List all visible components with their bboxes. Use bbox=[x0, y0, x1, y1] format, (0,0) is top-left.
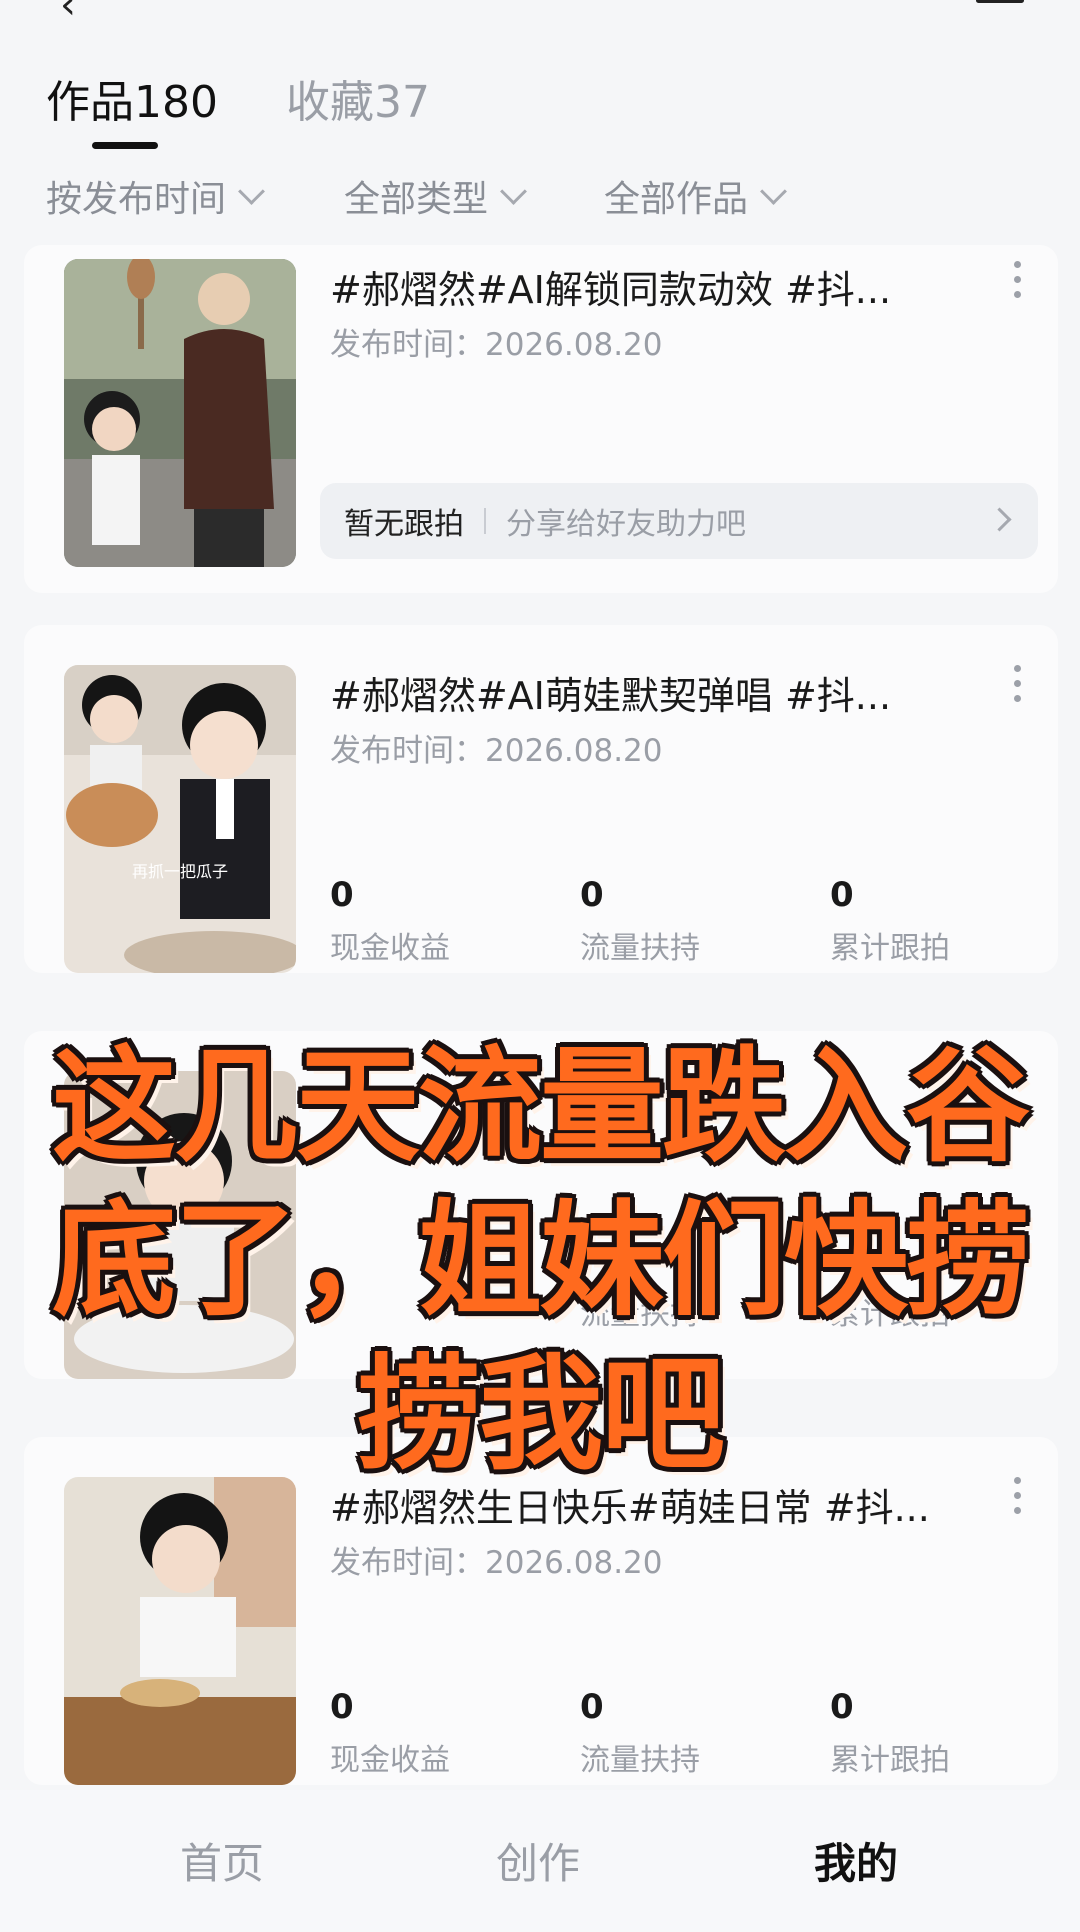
stats-row: 流量扶持 累计跟拍 bbox=[330, 1281, 1050, 1371]
stat-label: 流量扶持 bbox=[580, 931, 700, 966]
chevron-down-icon bbox=[238, 177, 265, 205]
work-title: #郝熠然生日快乐#萌娃日常 #抖... bbox=[330, 1486, 930, 1530]
follow-status: 暂无跟拍 bbox=[344, 507, 464, 542]
stat-label: 现金收益 bbox=[330, 931, 450, 966]
stat-traffic: 0 流量扶持 bbox=[580, 875, 700, 967]
more-options-icon[interactable] bbox=[1014, 261, 1022, 306]
stat-value: 0 bbox=[830, 1687, 854, 1727]
stat-follows: 累计跟拍 bbox=[830, 1281, 950, 1333]
stats-row: 0 现金收益 0 流量扶持 0 累计跟拍 bbox=[330, 1687, 1050, 1779]
content-tabs: 作品180 收藏37 bbox=[0, 60, 1080, 150]
top-bar: ‹ bbox=[0, 0, 1080, 30]
stat-traffic: 流量扶持 bbox=[580, 1281, 700, 1333]
nav-create[interactable]: 创作 bbox=[496, 1830, 580, 1891]
stat-label: 现金收益 bbox=[330, 1743, 450, 1778]
filter-label: 全部类型 bbox=[344, 179, 489, 220]
stat-label: 流量扶持 bbox=[580, 1743, 700, 1778]
tab-works[interactable]: 作品180 bbox=[46, 66, 218, 130]
follow-shoot-bar[interactable]: 暂无跟拍 分享给好友助力吧 bbox=[320, 483, 1038, 559]
stat-label: 累计跟拍 bbox=[830, 1297, 950, 1332]
chevron-down-icon bbox=[500, 177, 527, 205]
work-card[interactable]: #郝熠然生日快乐#萌娃日常 #抖... 发布时间：2026.08.20 0 现金… bbox=[24, 1437, 1058, 1785]
divider bbox=[484, 508, 486, 534]
bottom-nav: 首页 创作 我的 bbox=[0, 1790, 1080, 1932]
stat-traffic: 0 流量扶持 bbox=[580, 1687, 700, 1779]
stat-cash: 0 现金收益 bbox=[330, 875, 450, 967]
stat-label: 累计跟拍 bbox=[830, 1743, 950, 1778]
back-arrow-icon[interactable]: ‹ bbox=[60, 0, 76, 28]
stat-value: 0 bbox=[330, 1687, 354, 1727]
thumbnail-caption: 再抓一把瓜子 bbox=[132, 862, 228, 881]
stat-cash: 0 现金收益 bbox=[330, 1687, 450, 1779]
work-card[interactable]: 流量扶持 累计跟拍 bbox=[24, 1031, 1058, 1379]
nav-home[interactable]: 首页 bbox=[180, 1830, 264, 1891]
filter-type[interactable]: 全部类型 bbox=[344, 170, 527, 222]
filter-sort-time[interactable]: 按发布时间 bbox=[46, 170, 265, 222]
publish-date: 发布时间：2026.08.20 bbox=[330, 1545, 663, 1581]
share-hint: 分享给好友助力吧 bbox=[506, 507, 746, 542]
stat-value: 0 bbox=[580, 875, 604, 915]
more-options-icon[interactable] bbox=[1014, 665, 1022, 710]
video-thumbnail[interactable] bbox=[64, 1477, 296, 1785]
nav-mine[interactable]: 我的 bbox=[814, 1830, 898, 1891]
stats-row: 0 现金收益 0 流量扶持 0 累计跟拍 bbox=[330, 875, 1050, 967]
menu-icon[interactable] bbox=[976, 0, 1024, 10]
more-options-icon[interactable] bbox=[1014, 1477, 1022, 1522]
chevron-down-icon bbox=[760, 177, 787, 205]
work-title: #郝熠然#AI解锁同款动效 #抖... bbox=[330, 268, 892, 312]
filter-label: 全部作品 bbox=[604, 179, 749, 220]
stat-value: 0 bbox=[330, 875, 354, 915]
publish-date: 发布时间：2026.08.20 bbox=[330, 327, 663, 363]
work-title: #郝熠然#AI萌娃默契弹唱 #抖... bbox=[330, 674, 892, 718]
stat-label: 累计跟拍 bbox=[830, 931, 950, 966]
work-card[interactable]: 再抓一把瓜子 #郝熠然#AI萌娃默契弹唱 #抖... 发布时间：2026.08.… bbox=[24, 625, 1058, 973]
stat-follows: 0 累计跟拍 bbox=[830, 875, 950, 967]
stat-value: 0 bbox=[830, 875, 854, 915]
stat-value: 0 bbox=[580, 1687, 604, 1727]
active-tab-indicator bbox=[92, 142, 158, 149]
stat-follows: 0 累计跟拍 bbox=[830, 1687, 950, 1779]
video-thumbnail[interactable] bbox=[64, 1071, 296, 1379]
publish-date: 发布时间：2026.08.20 bbox=[330, 733, 663, 769]
stat-label: 流量扶持 bbox=[580, 1297, 700, 1332]
filter-bar: 按发布时间 全部类型 全部作品 bbox=[0, 170, 1080, 230]
work-card[interactable]: #郝熠然#AI解锁同款动效 #抖... 发布时间：2026.08.20 暂无跟拍… bbox=[24, 245, 1058, 593]
video-thumbnail[interactable] bbox=[64, 259, 296, 567]
filter-label: 按发布时间 bbox=[46, 179, 227, 220]
video-thumbnail[interactable]: 再抓一把瓜子 bbox=[64, 665, 296, 973]
filter-works[interactable]: 全部作品 bbox=[604, 170, 787, 222]
chevron-right-icon bbox=[987, 507, 1012, 532]
tab-favorites[interactable]: 收藏37 bbox=[286, 66, 430, 130]
